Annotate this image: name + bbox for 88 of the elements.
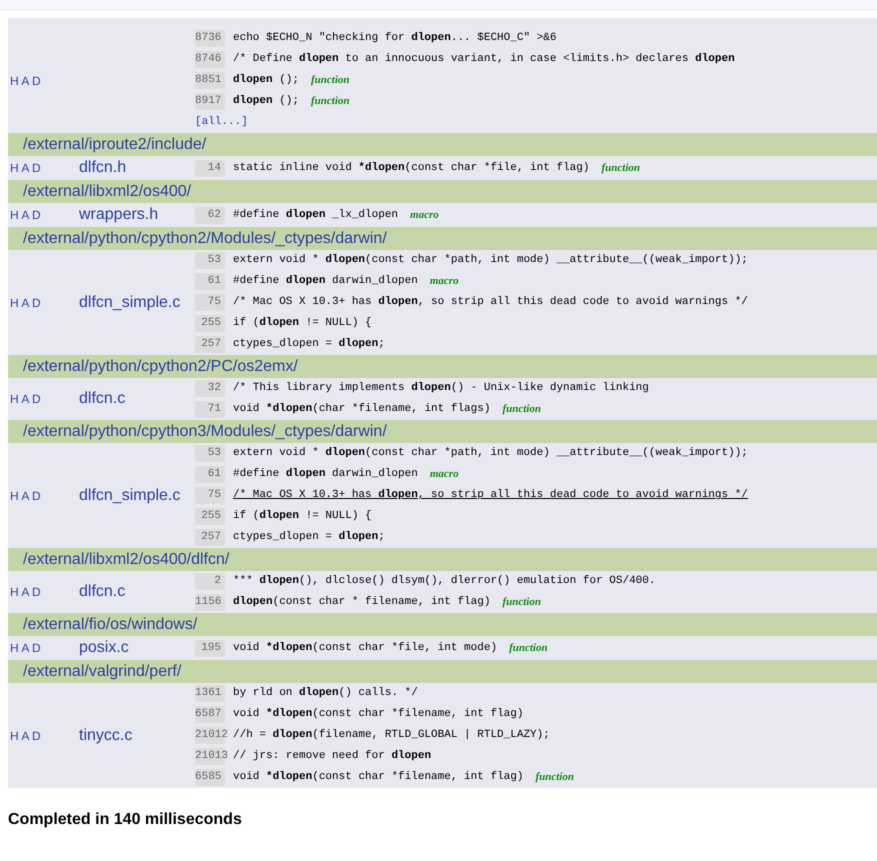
code-line[interactable]: /* This library implements dlopen() - Unix-like dynamic linking bbox=[233, 380, 649, 397]
file-name-link[interactable]: dlfcn_simple.c bbox=[79, 294, 180, 310]
line-number[interactable]: 75 bbox=[195, 487, 225, 504]
history-annotate-download-links[interactable]: H A D bbox=[8, 72, 79, 90]
directory-path-link[interactable]: /external/iproute2/include/ bbox=[8, 133, 877, 156]
symbol-type-tag: function bbox=[502, 401, 541, 418]
file-name-link[interactable]: dlfcn_simple.c bbox=[79, 486, 180, 504]
code-line[interactable]: ctypes_dlopen = dlopen; bbox=[233, 529, 385, 546]
directory-path-link[interactable]: /external/python/cpython2/PC/os2emx/ bbox=[8, 355, 877, 378]
line-number[interactable]: 14 bbox=[195, 160, 225, 176]
symbol-type-tag: function bbox=[601, 160, 640, 176]
line-number[interactable]: 71 bbox=[195, 401, 225, 418]
history-annotate-download-links[interactable]: H A D bbox=[8, 726, 79, 744]
code-line[interactable]: *** dlopen(), dlclose() dlsym(), dlerror() emulation for OS/400. bbox=[233, 573, 656, 590]
history-annotate-download-links[interactable]: H A D bbox=[8, 206, 79, 224]
line-number[interactable]: 53 bbox=[195, 252, 225, 269]
history-annotate-download-links[interactable]: H A D bbox=[8, 583, 79, 601]
line-number[interactable]: 2 bbox=[195, 573, 225, 590]
line-number[interactable]: 8851 bbox=[195, 72, 225, 89]
line-number[interactable]: 1361 bbox=[195, 685, 225, 702]
line-number[interactable]: 32 bbox=[195, 380, 225, 397]
line-number[interactable]: 8746 bbox=[195, 51, 225, 68]
code-line[interactable]: echo $ECHO_N "checking for dlopen... $ECHO_C" >&6 bbox=[233, 30, 556, 47]
file-name-link[interactable]: dlfcn.h bbox=[79, 159, 126, 176]
symbol-type-tag: function bbox=[535, 769, 574, 786]
show-all-link[interactable]: [all...] bbox=[195, 114, 248, 131]
directory-path-link[interactable]: /external/fio/os/windows/ bbox=[8, 613, 877, 636]
code-line[interactable]: void *dlopen(const char *filename, int flag) bbox=[233, 769, 524, 786]
directory-path-link[interactable]: /external/python/cpython3/Modules/_ctypes/darwin/ bbox=[8, 420, 877, 443]
code-line[interactable]: void *dlopen(const char *filename, int flag) bbox=[233, 706, 524, 723]
code-line[interactable]: dlopen (); bbox=[233, 72, 300, 89]
code-line[interactable]: #define dlopen darwin_dlopen bbox=[233, 273, 418, 290]
line-number[interactable]: 255 bbox=[195, 508, 225, 525]
history-annotate-download-links[interactable]: H A D bbox=[8, 486, 79, 504]
symbol-type-tag: macro bbox=[430, 466, 459, 483]
file-name-link[interactable]: wrappers.h bbox=[79, 206, 158, 223]
directory-path-link[interactable]: /external/libxml2/os400/dlfcn/ bbox=[8, 548, 877, 571]
symbol-type-tag: function bbox=[311, 93, 350, 110]
code-line[interactable]: void *dlopen(char *filename, int flags) bbox=[233, 401, 490, 418]
code-line[interactable]: if (dlopen != NULL) { bbox=[233, 315, 372, 332]
directory-path-link[interactable]: /external/libxml2/os400/ bbox=[8, 180, 877, 203]
line-number[interactable]: 8917 bbox=[195, 93, 225, 110]
line-number[interactable]: 255 bbox=[195, 315, 225, 332]
code-line[interactable]: ctypes_dlopen = dlopen; bbox=[233, 336, 385, 353]
code-line[interactable]: extern void *dlopen(const char *path, int mode) __attribute__((weak_import)); bbox=[233, 445, 748, 462]
code-line[interactable]: dlopen(const char * filename, int flag) bbox=[233, 594, 490, 611]
code-line[interactable]: dlopen (); bbox=[233, 93, 300, 110]
line-number[interactable]: 53 bbox=[195, 445, 225, 462]
line-number[interactable]: 195 bbox=[195, 640, 225, 656]
code-line[interactable]: #define dlopen darwin_dlopen bbox=[233, 466, 418, 483]
code-line[interactable]: static inline void *dlopen(const char *file, int flag) bbox=[233, 160, 590, 176]
symbol-type-tag: macro bbox=[410, 206, 439, 224]
line-number[interactable]: 6587 bbox=[195, 706, 225, 723]
file-name-link[interactable]: dlfcn.c bbox=[79, 390, 126, 407]
code-line[interactable]: // jrs: remove need for dlopen bbox=[233, 748, 432, 765]
completion-status: Completed in 140 milliseconds bbox=[8, 810, 243, 830]
code-line[interactable]: if (dlopen != NULL) { bbox=[233, 508, 372, 525]
code-line[interactable]: //h = dlopen(filename, RTLD_GLOBAL | RTLD_LAZY); bbox=[233, 727, 550, 744]
code-line[interactable]: by rld on dlopen() calls. */ bbox=[233, 685, 418, 702]
line-number[interactable]: 75 bbox=[195, 294, 225, 311]
symbol-type-tag: function bbox=[311, 72, 350, 89]
symbol-type-tag: function bbox=[502, 594, 541, 611]
file-name-link[interactable]: dlfcn.c bbox=[79, 583, 126, 600]
line-number[interactable]: 8736 bbox=[195, 30, 225, 47]
line-number[interactable]: 257 bbox=[195, 529, 225, 546]
code-line[interactable]: extern void *dlopen(const char *path, int mode) __attribute__((weak_import)); bbox=[233, 252, 748, 269]
code-line[interactable]: /* Define dlopen to an innocuous variant, in case <limits.h> declares dlopen bbox=[233, 51, 735, 68]
line-number[interactable]: 21013 bbox=[195, 748, 225, 765]
code-line[interactable]: void *dlopen(const char *file, int mode) bbox=[233, 640, 498, 656]
history-annotate-download-links[interactable]: H A D bbox=[8, 159, 79, 177]
line-number[interactable]: 61 bbox=[195, 273, 225, 290]
directory-path-link[interactable]: /external/valgrind/perf/ bbox=[8, 660, 877, 683]
history-annotate-download-links[interactable]: H A D bbox=[8, 390, 79, 408]
line-number[interactable]: 257 bbox=[195, 336, 225, 353]
code-line[interactable]: #define dlopen _lx_dlopen bbox=[233, 206, 398, 224]
code-line[interactable]: /* Mac OS X 10.3+ has dlopen, so strip all this dead code to avoid warnings */ bbox=[233, 294, 748, 311]
line-number[interactable]: 62 bbox=[195, 206, 225, 224]
line-number[interactable]: 21012 bbox=[195, 727, 225, 744]
symbol-type-tag: function bbox=[509, 640, 548, 656]
line-number[interactable]: 61 bbox=[195, 466, 225, 483]
history-annotate-download-links[interactable]: H A D bbox=[8, 294, 79, 312]
line-number[interactable]: 1156 bbox=[195, 594, 225, 611]
history-annotate-download-links[interactable]: H A D bbox=[8, 639, 79, 657]
line-number[interactable]: 6585 bbox=[195, 769, 225, 786]
symbol-type-tag: macro bbox=[430, 273, 459, 290]
file-name-link[interactable]: tinycc.c bbox=[79, 726, 132, 744]
directory-path-link[interactable]: /external/python/cpython2/Modules/_ctypes/darwin/ bbox=[8, 227, 877, 250]
file-name-link[interactable]: posix.c bbox=[79, 639, 129, 656]
